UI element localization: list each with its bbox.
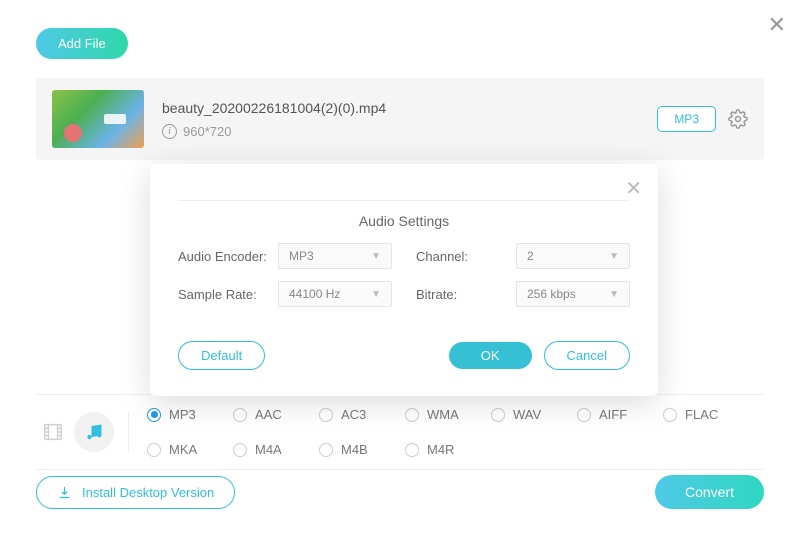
format-option-m4a[interactable]: M4A [233, 442, 319, 457]
music-note-icon [84, 422, 104, 442]
sample-rate-label: Sample Rate: [178, 287, 278, 302]
format-label: AAC [255, 407, 282, 422]
radio-icon [147, 408, 161, 422]
bitrate-select[interactable]: 256 kbps ▼ [516, 281, 630, 307]
audio-settings-modal: ✕ Audio Settings Audio Encoder: MP3 ▼ Ch… [150, 164, 658, 396]
encoder-select[interactable]: MP3 ▼ [278, 243, 392, 269]
chevron-down-icon: ▼ [609, 289, 619, 300]
sample-rate-value: 44100 Hz [289, 287, 340, 301]
format-options: MP3 AAC AC3 WMA WAV AIFF FLAC MKA M4A M4B M4R [147, 407, 764, 457]
file-card: beauty_20200226181004(2)(0).mp4 i 960*72… [36, 78, 764, 160]
tab-icons [36, 412, 129, 452]
format-option-aiff[interactable]: AIFF [577, 407, 663, 422]
default-button[interactable]: Default [178, 341, 265, 370]
download-icon [57, 485, 72, 500]
ok-button[interactable]: OK [449, 342, 532, 369]
format-option-wma[interactable]: WMA [405, 407, 491, 422]
channel-value: 2 [527, 249, 534, 263]
radio-icon [491, 408, 505, 422]
radio-icon [233, 408, 247, 422]
encoder-row: Audio Encoder: MP3 ▼ [178, 243, 392, 269]
radio-icon [663, 408, 677, 422]
sample-rate-select[interactable]: 44100 Hz ▼ [278, 281, 392, 307]
format-label: FLAC [685, 407, 718, 422]
close-icon[interactable]: ✕ [768, 12, 786, 38]
radio-icon [405, 443, 419, 457]
radio-icon [319, 408, 333, 422]
file-thumbnail [52, 90, 144, 148]
format-bar: MP3 AAC AC3 WMA WAV AIFF FLAC MKA M4A M4B M4R [36, 394, 764, 470]
radio-icon [405, 408, 419, 422]
audio-tab[interactable] [74, 412, 114, 452]
format-label: MKA [169, 442, 197, 457]
info-icon: i [162, 124, 177, 139]
footer: Install Desktop Version Convert [36, 475, 764, 509]
channel-label: Channel: [416, 249, 516, 264]
format-label: MP3 [169, 407, 196, 422]
format-label: M4R [427, 442, 454, 457]
sample-rate-row: Sample Rate: 44100 Hz ▼ [178, 281, 392, 307]
format-label: WAV [513, 407, 541, 422]
radio-icon [319, 443, 333, 457]
format-option-m4r[interactable]: M4R [405, 442, 491, 457]
chevron-down-icon: ▼ [371, 289, 381, 300]
video-tab-icon[interactable] [42, 421, 64, 443]
file-dimensions: i 960*720 [162, 124, 657, 139]
radio-icon [577, 408, 591, 422]
format-option-mka[interactable]: MKA [147, 442, 233, 457]
install-desktop-button[interactable]: Install Desktop Version [36, 476, 235, 509]
bitrate-row: Bitrate: 256 kbps ▼ [416, 281, 630, 307]
format-label: AIFF [599, 407, 627, 422]
format-label: M4A [255, 442, 282, 457]
radio-icon [233, 443, 247, 457]
format-label: M4B [341, 442, 368, 457]
settings-grid: Audio Encoder: MP3 ▼ Channel: 2 ▼ Sample… [178, 243, 630, 307]
format-label: AC3 [341, 407, 366, 422]
convert-button[interactable]: Convert [655, 475, 764, 509]
channel-select[interactable]: 2 ▼ [516, 243, 630, 269]
file-name: beauty_20200226181004(2)(0).mp4 [162, 100, 657, 116]
cancel-button[interactable]: Cancel [544, 341, 630, 370]
encoder-value: MP3 [289, 249, 314, 263]
install-label: Install Desktop Version [82, 485, 214, 500]
file-meta: beauty_20200226181004(2)(0).mp4 i 960*72… [162, 100, 657, 139]
bitrate-label: Bitrate: [416, 287, 516, 302]
chevron-down-icon: ▼ [609, 251, 619, 262]
chevron-down-icon: ▼ [371, 251, 381, 262]
channel-row: Channel: 2 ▼ [416, 243, 630, 269]
gear-icon[interactable] [728, 109, 748, 129]
format-label: WMA [427, 407, 459, 422]
format-option-mp3[interactable]: MP3 [147, 407, 233, 422]
bitrate-value: 256 kbps [527, 287, 576, 301]
modal-close-icon[interactable]: ✕ [625, 176, 642, 201]
radio-icon [147, 443, 161, 457]
encoder-label: Audio Encoder: [178, 249, 278, 264]
format-badge[interactable]: MP3 [657, 106, 716, 132]
add-file-button[interactable]: Add File [36, 28, 128, 59]
file-dimensions-value: 960*720 [183, 124, 231, 139]
format-option-wav[interactable]: WAV [491, 407, 577, 422]
format-option-flac[interactable]: FLAC [663, 407, 749, 422]
modal-buttons: Default OK Cancel [178, 341, 630, 370]
format-option-aac[interactable]: AAC [233, 407, 319, 422]
format-option-ac3[interactable]: AC3 [319, 407, 405, 422]
modal-title: Audio Settings [178, 200, 630, 243]
format-option-m4b[interactable]: M4B [319, 442, 405, 457]
